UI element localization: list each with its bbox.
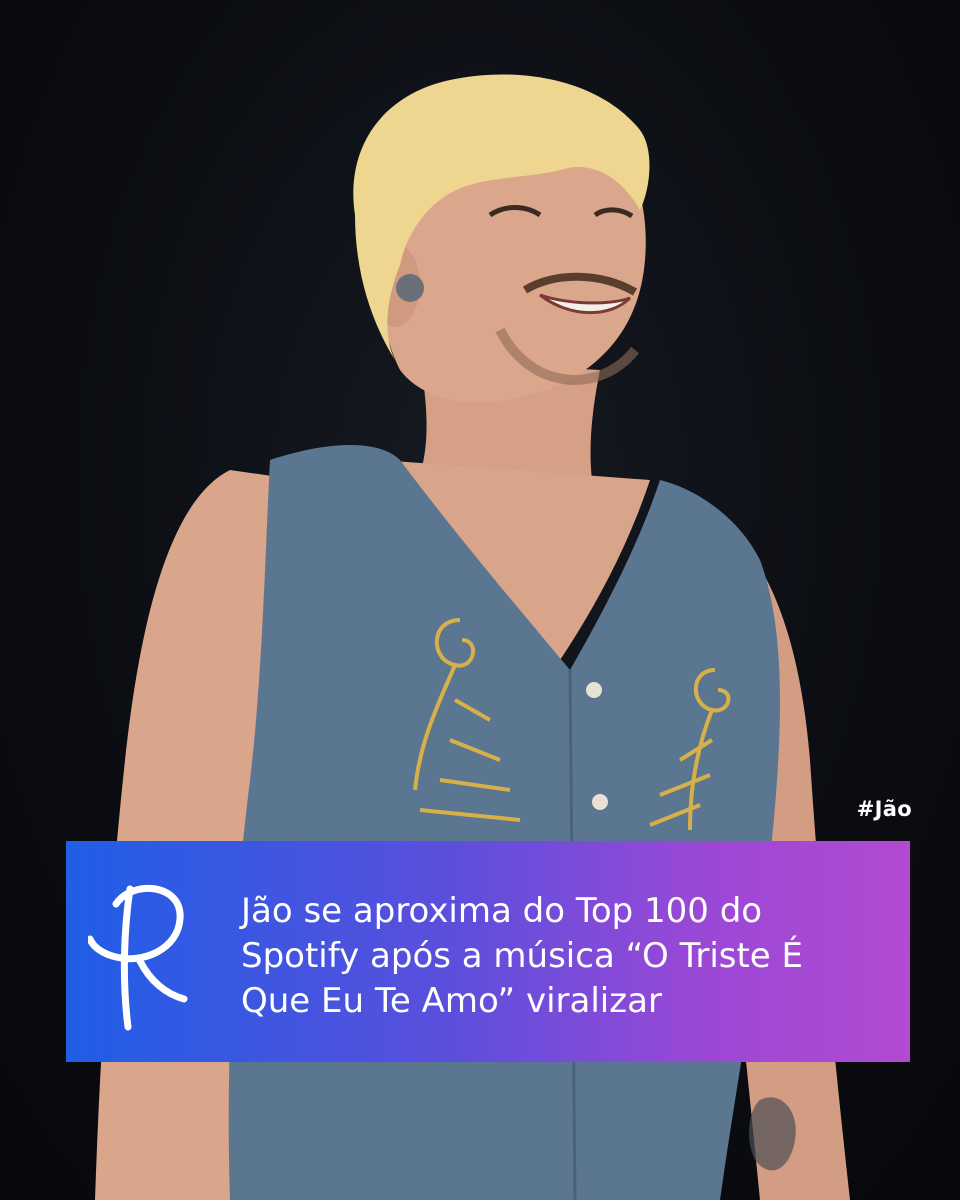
headline-banner: Jão se aproxima do Top 100 do Spotify ap… [66, 841, 910, 1062]
post-canvas: #Jão Jão se aproxima do Top 100 do Spoti… [0, 0, 960, 1200]
headline-line-1: Jão se aproxima do Top 100 do [241, 891, 763, 931]
in-ear-monitor [396, 274, 424, 302]
headline-line-3: Que Eu Te Amo” viralizar [241, 981, 662, 1021]
headline: Jão se aproxima do Top 100 do Spotify ap… [241, 889, 891, 1024]
r-script-logo-icon [88, 885, 188, 1031]
headline-line-2: Spotify após a música “O Triste É [241, 936, 804, 976]
hashtag-label: #Jão [856, 797, 912, 821]
